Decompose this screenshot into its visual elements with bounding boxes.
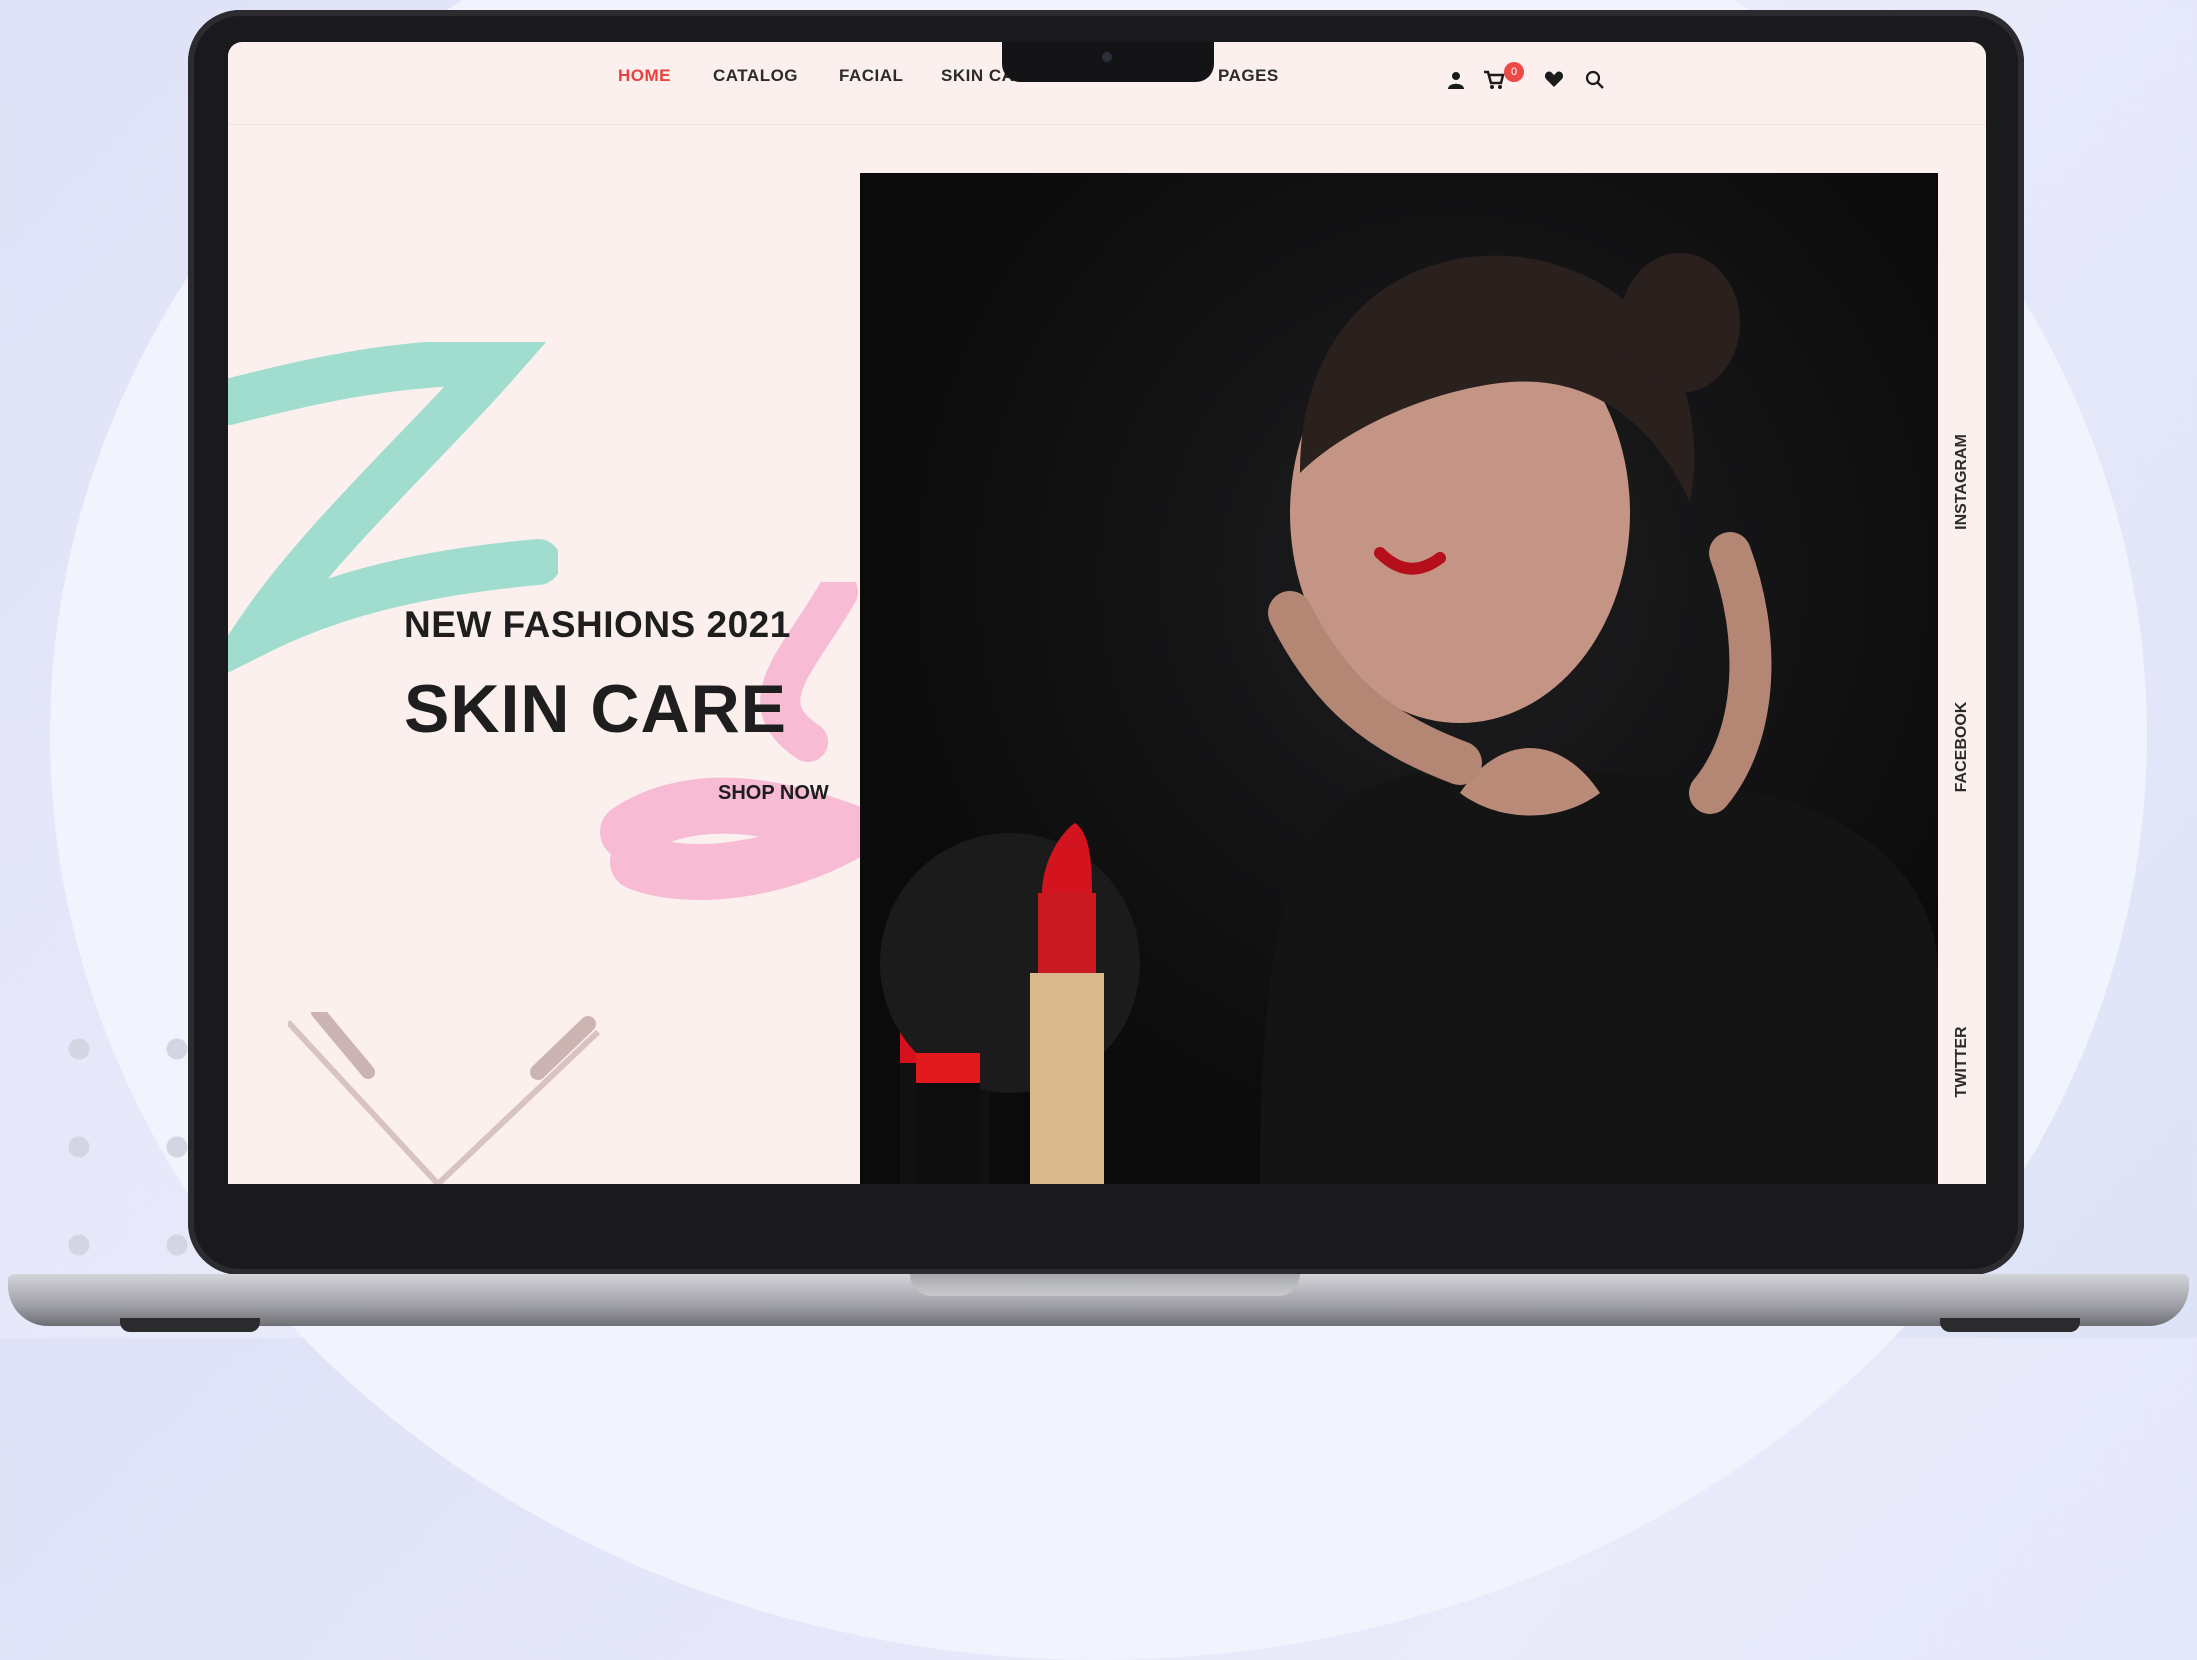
social-links-strip: INSTAGRAM FACEBOOK TWITTER (1938, 173, 1986, 1184)
cart-icon[interactable] (1483, 70, 1505, 92)
hero-title: SKIN CARE (404, 671, 788, 747)
user-icon[interactable] (1446, 70, 1468, 92)
hero-subtitle: NEW FASHIONS 2021 (404, 604, 791, 645)
laptop-opening-notch (910, 1274, 1300, 1296)
laptop-foot-right (1940, 1318, 2080, 1332)
social-twitter[interactable]: TWITTER (1953, 962, 1971, 1162)
nav-home[interactable]: HOME (618, 66, 671, 86)
makeup-brushes-illustration (288, 1012, 601, 1184)
search-icon[interactable] (1585, 70, 1607, 92)
nav-facial[interactable]: FACIAL (839, 66, 903, 86)
teal-brush-stroke (228, 342, 558, 673)
shop-now-link[interactable]: SHOP NOW (718, 782, 829, 805)
social-facebook[interactable]: FACEBOOK (1953, 647, 1971, 847)
laptop-foot-left (120, 1318, 260, 1332)
laptop-screen: HOME CATALOG FACIAL SKIN CA BODY CARE PA… (228, 42, 1986, 1184)
camera-icon (1102, 52, 1112, 62)
cart-count-badge: 0 (1504, 62, 1524, 82)
nav-catalog[interactable]: CATALOG (713, 66, 798, 86)
model-photo (860, 173, 1938, 1184)
camera-notch (1002, 42, 1214, 82)
nav-pages[interactable]: PAGES (1218, 66, 1279, 86)
heart-icon[interactable] (1544, 70, 1566, 92)
social-instagram[interactable]: INSTAGRAM (1953, 382, 1971, 582)
